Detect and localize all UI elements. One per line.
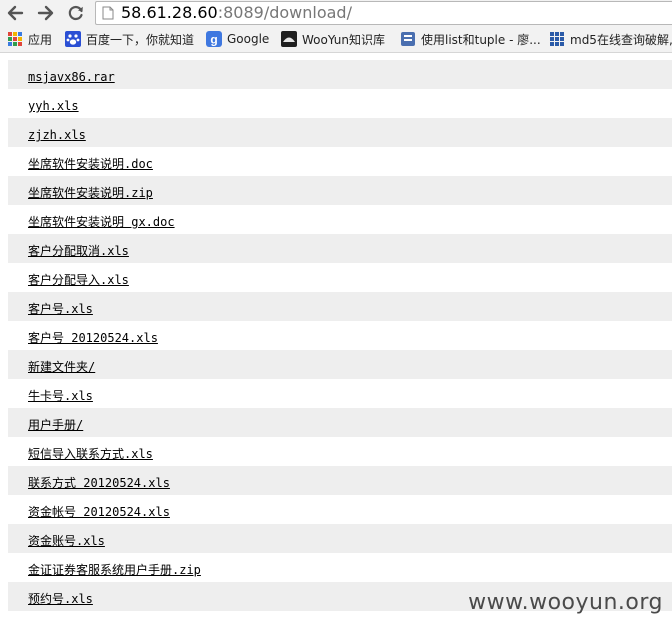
- forward-arrow-icon: [37, 5, 54, 21]
- list-item: 金证证券客服系统用户手册.zip: [8, 553, 672, 582]
- file-link[interactable]: 联系方式 20120524.xls: [28, 476, 170, 490]
- list-item: 短信导入联系方式.xls: [8, 437, 672, 466]
- svg-text:g: g: [210, 33, 217, 47]
- bookmark-label: md5在线查询破解,: [570, 32, 672, 47]
- bookmark-md5[interactable]: md5在线查询破解,: [549, 30, 672, 48]
- list-item: 客户分配导入.xls: [8, 263, 672, 292]
- back-button[interactable]: [4, 2, 26, 24]
- bookmark-google[interactable]: g Google: [206, 30, 269, 48]
- file-link[interactable]: 金证证券客服系统用户手册.zip: [28, 563, 201, 577]
- file-link[interactable]: zjzh.xls: [28, 128, 86, 142]
- bookmark-wooyun[interactable]: WooYun知识库: [281, 30, 385, 48]
- reload-button[interactable]: [65, 2, 87, 24]
- file-link[interactable]: msjavx86.rar: [28, 70, 115, 84]
- list-item: 客户号.xls: [8, 292, 672, 321]
- file-link[interactable]: 牛卡号.xls: [28, 389, 93, 403]
- list-item: 坐席软件安装说明.zip: [8, 176, 672, 205]
- list-item: msjavx86.rar: [8, 60, 672, 89]
- file-link[interactable]: 预约号.xls: [28, 592, 93, 606]
- list-item: zjzh.xls: [8, 118, 672, 147]
- file-link[interactable]: 坐席软件安装说明.doc: [28, 157, 153, 171]
- file-listing: msjavx86.rar yyh.xls zjzh.xls 坐席软件安装说明.d…: [8, 60, 672, 611]
- bookmark-liaoxuefeng[interactable]: 使用list和tuple - 廖...: [400, 30, 541, 48]
- bookmark-label: 使用list和tuple - 廖...: [421, 32, 541, 47]
- list-item: 坐席软件安装说明 gx.doc: [8, 205, 672, 234]
- md5-icon: [550, 32, 564, 46]
- url-text: 58.61.28.60:8089/download/: [121, 2, 352, 24]
- file-link[interactable]: 客户分配导入.xls: [28, 273, 129, 287]
- bookmark-apps[interactable]: 应用: [7, 30, 52, 48]
- bookmark-label: 百度一下，你就知道: [86, 32, 195, 47]
- reload-icon: [68, 5, 83, 21]
- forward-button[interactable]: [35, 2, 57, 24]
- page-icon: [102, 6, 114, 20]
- watermark: www.wooyun.org: [468, 590, 663, 615]
- browser-toolbar: 58.61.28.60:8089/download/: [0, 0, 672, 27]
- list-item: 牛卡号.xls: [8, 379, 672, 408]
- list-item: 坐席软件安装说明.doc: [8, 147, 672, 176]
- list-item: 客户分配取消.xls: [8, 234, 672, 263]
- file-link[interactable]: 资金账号.xls: [28, 534, 105, 548]
- bookmark-baidu[interactable]: 百度一下，你就知道: [65, 30, 194, 48]
- file-link[interactable]: 短信导入联系方式.xls: [28, 447, 153, 461]
- file-link[interactable]: 资金帐号 20120524.xls: [28, 505, 170, 519]
- folder-link[interactable]: 用户手册/: [28, 418, 83, 432]
- list-item: 新建文件夹/: [8, 350, 672, 379]
- list-item: 资金账号.xls: [8, 524, 672, 553]
- baidu-paw-icon: [65, 31, 81, 47]
- bookmark-label: WooYun知识库: [302, 32, 386, 47]
- list-item: 联系方式 20120524.xls: [8, 466, 672, 495]
- file-link[interactable]: yyh.xls: [28, 99, 79, 113]
- url-host: 58.61.28.60: [121, 3, 218, 22]
- list-item: 客户号 20120524.xls: [8, 321, 672, 350]
- list-item: 用户手册/: [8, 408, 672, 437]
- file-link[interactable]: 坐席软件安装说明 gx.doc: [28, 215, 175, 229]
- apps-grid-icon: [8, 32, 22, 46]
- folder-link[interactable]: 新建文件夹/: [28, 360, 95, 374]
- list-item: 资金帐号 20120524.xls: [8, 495, 672, 524]
- bookmark-label: Google: [227, 32, 270, 46]
- file-link[interactable]: 客户分配取消.xls: [28, 244, 129, 258]
- bookmarks-bar: 应用 百度一下，你就知道 g Google WooYun知识库 使用list和t…: [0, 27, 672, 53]
- bookmark-label: 应用: [28, 32, 53, 47]
- page-icon: [401, 32, 415, 46]
- list-item: yyh.xls: [8, 89, 672, 118]
- address-bar[interactable]: 58.61.28.60:8089/download/: [95, 1, 672, 25]
- back-arrow-icon: [7, 5, 24, 21]
- wooyun-icon: [281, 31, 297, 47]
- url-path: :8089/download/: [217, 3, 352, 22]
- google-icon: g: [206, 31, 222, 47]
- file-link[interactable]: 坐席软件安装说明.zip: [28, 186, 153, 200]
- file-link[interactable]: 客户号.xls: [28, 302, 93, 316]
- file-link[interactable]: 客户号 20120524.xls: [28, 331, 158, 345]
